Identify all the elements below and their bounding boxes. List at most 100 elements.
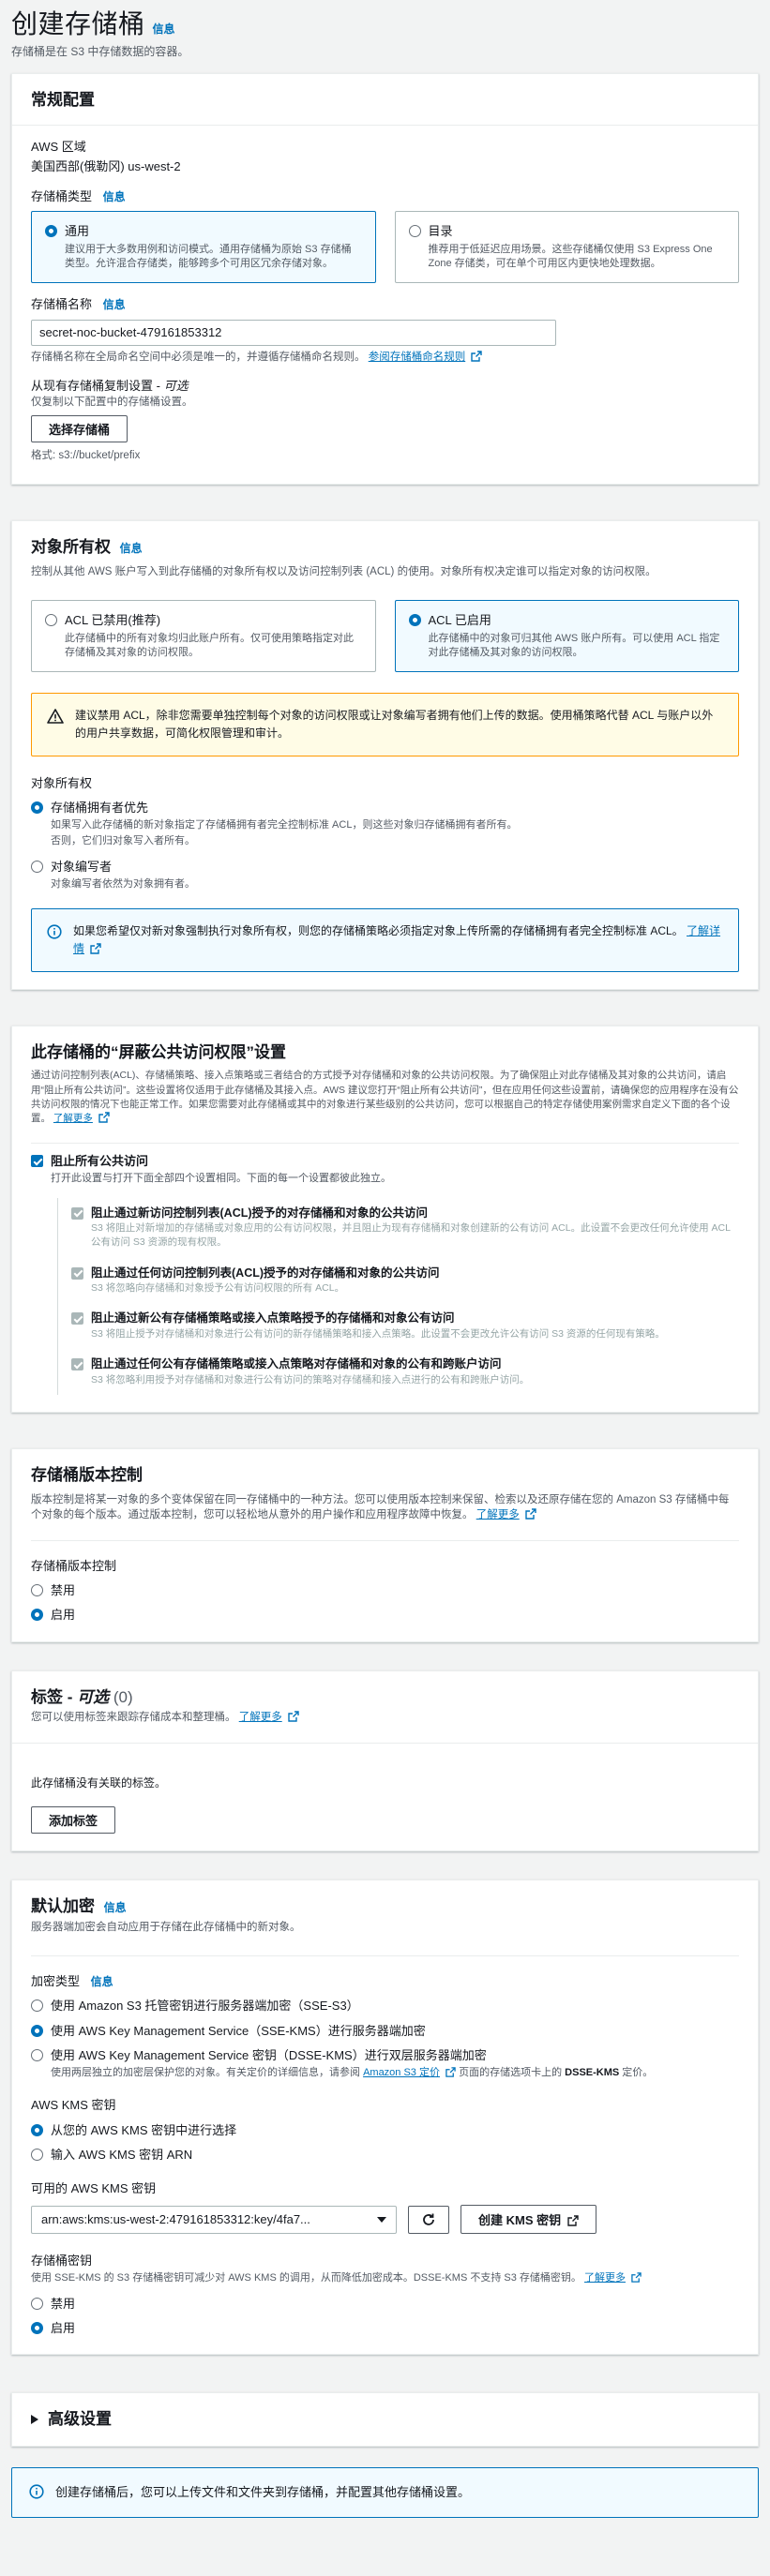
acl-enabled-radio[interactable] <box>408 614 421 627</box>
page-header: 创建存储桶 信息 存储桶是在 S3 中存储数据的容器。 <box>11 0 759 60</box>
bucket-type-general-tile[interactable]: 通用 建议用于大多数用例和访问模式。通用存储桶为原始 S3 存储桶类型。允许混合… <box>31 211 376 284</box>
copy-settings-optional: 可选 <box>163 378 189 393</box>
ownership-option-bucket-owner[interactable]: 存储桶拥有者优先 如果写入此存储桶的新对象指定了存储桶拥有者完全控制标准 ACL… <box>31 800 739 849</box>
external-link-icon <box>471 350 483 362</box>
acl-tiles: ACL 已禁用(推荐) 此存储桶中的所有对象均归此账户所有。仅可使用策略指定对此… <box>31 600 739 673</box>
versioning-learn-more[interactable]: 了解更多 <box>476 1509 520 1520</box>
encryption-dsse-kms-option[interactable]: 使用 AWS Key Management Service 密钥（DSSE-KM… <box>31 2047 739 2081</box>
encryption-type-info-link[interactable]: 信息 <box>91 1975 113 1988</box>
bucket-key-learn-more[interactable]: 了解更多 <box>584 2272 626 2284</box>
external-link-icon <box>445 2067 456 2077</box>
kms-choose-radio[interactable] <box>31 2123 43 2136</box>
s3-pricing-link[interactable]: Amazon S3 定价 <box>363 2067 440 2078</box>
choose-bucket-button[interactable]: 选择存储桶 <box>31 414 128 442</box>
object-writer-title: 对象编写者 <box>51 859 113 874</box>
bucket-type-general-radio[interactable] <box>45 225 57 238</box>
bucket-key-label: 存储桶密钥 <box>31 2254 93 2269</box>
create-bucket-page: 创建存储桶 信息 存储桶是在 S3 中存储数据的容器。 常规配置 AWS 区域 … <box>0 0 770 2519</box>
external-link-icon <box>90 943 102 954</box>
object-writer-radio[interactable] <box>31 860 43 873</box>
versioning-enable-option[interactable]: 启用 <box>31 1607 739 1624</box>
block-all-title: 阻止所有公共访问 <box>51 1154 149 1169</box>
page-info-link[interactable]: 信息 <box>153 22 175 37</box>
object-ownership-info-link[interactable]: 信息 <box>120 542 143 555</box>
region-value: 美国西部(俄勒冈) us-west-2 <box>31 158 181 173</box>
bucket-type-directory-desc: 推荐用于低延迟应用场景。这些存储桶仅使用 S3 Express One Zone… <box>428 243 713 269</box>
bucket-key-enable-radio[interactable] <box>31 2321 43 2334</box>
acl-disabled-radio[interactable] <box>45 614 57 627</box>
warning-icon <box>47 709 64 725</box>
object-ownership-desc: 控制从其他 AWS 账户写入到此存储桶的对象所有权以及访问控制列表 (ACL) … <box>31 565 657 577</box>
bucket-type-info-link[interactable]: 信息 <box>103 190 126 203</box>
region-label: AWS 区域 <box>31 139 86 154</box>
acl-enabled-desc: 此存储桶中的对象可归其他 AWS 账户所有。可以使用 ACL 指定对此存储桶及其… <box>428 632 720 659</box>
bucket-key-disable-radio[interactable] <box>31 2297 43 2310</box>
encryption-dsse-kms-desc: 使用两层独立的加密层保护您的对象。有关定价的详细信息，请参阅 Amazon S3… <box>51 2067 654 2079</box>
bucket-owner-preferred-desc-2: 否则，它们归对象写入者所有。 <box>51 835 195 847</box>
kms-arn-option[interactable]: 输入 AWS KMS 密钥 ARN <box>31 2147 739 2164</box>
block-public-access-learn-more[interactable]: 了解更多 <box>53 1113 93 1124</box>
caret-down-icon <box>377 2216 386 2223</box>
kms-key-label: AWS KMS 密钥 <box>31 2098 116 2113</box>
tags-learn-more[interactable]: 了解更多 <box>239 1712 282 1723</box>
block-all-checkbox[interactable] <box>31 1155 43 1168</box>
encryption-sse-s3-option[interactable]: 使用 Amazon S3 托管密钥进行服务器端加密（SSE-S3） <box>31 1998 739 2014</box>
bucket-naming-rules-link[interactable]: 参阅存储桶命名规则 <box>369 352 466 363</box>
encryption-sse-kms-radio[interactable] <box>31 2024 43 2037</box>
encryption-title: 默认加密 <box>31 1896 95 1915</box>
acl-enabled-title: ACL 已启用 <box>428 613 491 628</box>
bucket-name-input[interactable] <box>31 319 556 346</box>
kms-arn-radio[interactable] <box>31 2148 43 2161</box>
bucket-name-help: 存储桶名称在全局命名空间中必须是唯一的，并遵循存储桶命名规则。 参阅存储桶命名规… <box>31 350 739 365</box>
create-kms-key-button[interactable]: 创建 KMS 密钥 <box>460 2205 596 2235</box>
versioning-disable-option[interactable]: 禁用 <box>31 1582 739 1599</box>
versioning-title: 存储桶版本控制 <box>31 1465 143 1484</box>
versioning-disable-radio[interactable] <box>31 1584 43 1597</box>
default-encryption-card: 默认加密 信息 服务器端加密会自动应用于存储在此存储桶中的新对象。 加密类型 信… <box>11 1879 759 2356</box>
bucket-type-directory-radio[interactable] <box>408 225 421 238</box>
available-kms-keys-label: 可用的 AWS KMS 密钥 <box>31 2181 157 2195</box>
tags-title: 标签 - 可选 (0) <box>31 1687 133 1706</box>
acl-enabled-tile[interactable]: ACL 已启用 此存储桶中的对象可归其他 AWS 账户所有。可以使用 ACL 指… <box>394 600 739 673</box>
bucket-name-info-link[interactable]: 信息 <box>103 298 126 311</box>
refresh-icon <box>423 2213 434 2225</box>
encryption-info-link[interactable]: 信息 <box>104 1901 127 1914</box>
add-tag-button[interactable]: 添加标签 <box>31 1805 116 1834</box>
bucket-key-disable-option[interactable]: 禁用 <box>31 2296 739 2313</box>
copy-settings-help: 仅复制以下配置中的存储桶设置。 <box>31 396 193 408</box>
block-option-new-policy: 阻止通过新公有存储桶策略或接入点策略授予的存储桶和对象公有访问 S3 将阻止授予… <box>58 1303 739 1349</box>
acl-warning-text: 建议禁用 ACL，除非您需要单独控制每个对象的访问权限或让对象编写者拥有他们上传… <box>75 709 714 740</box>
block-public-access-desc: 通过访问控制列表(ACL)、存储桶策略、接入点策略或三者结合的方式授予对存储桶和… <box>31 1070 739 1124</box>
versioning-enable-radio[interactable] <box>31 1609 43 1622</box>
kms-choose-option[interactable]: 从您的 AWS KMS 密钥中进行选择 <box>31 2122 739 2139</box>
encryption-sse-kms-option[interactable]: 使用 AWS Key Management Service（SSE-KMS）进行… <box>31 2023 739 2040</box>
refresh-button[interactable] <box>408 2205 449 2234</box>
external-link-icon <box>288 1711 299 1723</box>
kms-key-select[interactable]: arn:aws:kms:us-west-2:479161853312:key/4… <box>31 2205 397 2234</box>
general-config-card: 常规配置 AWS 区域 美国西部(俄勒冈) us-west-2 存储桶类型 信息… <box>11 72 759 485</box>
versioning-label: 存储桶版本控制 <box>31 1559 117 1573</box>
ownership-info-text: 如果您希望仅对新对象强制执行对象所有权，则您的存储桶策略必须指定对象上传所需的存… <box>73 924 684 938</box>
block-public-access-title: 此存储桶的“屏蔽公共访问权限”设置 <box>31 1042 286 1061</box>
bucket-key-enable-option[interactable]: 启用 <box>31 2320 739 2337</box>
encryption-desc: 服务器端加密会自动应用于存储在此存储桶中的新对象。 <box>31 1921 301 1933</box>
block-any-policy-checkbox <box>71 1358 83 1371</box>
bucket-owner-preferred-radio[interactable] <box>31 801 43 814</box>
ownership-option-object-writer[interactable]: 对象编写者 对象编写者依然为对象拥有者。 <box>31 859 739 892</box>
block-option-any-policy: 阻止通过任何公有存储桶策略或接入点策略对存储桶和对象的公有和跨账户访问 S3 将… <box>58 1349 739 1395</box>
encryption-dsse-kms-radio[interactable] <box>31 2048 43 2061</box>
bucket-type-directory-tile[interactable]: 目录 推荐用于低延迟应用场景。这些存储桶仅使用 S3 Express One Z… <box>394 211 739 284</box>
object-writer-desc: 对象编写者依然为对象拥有者。 <box>51 877 195 890</box>
advanced-settings-card[interactable]: 高级设置 <box>11 2392 759 2447</box>
block-new-policy-checkbox <box>71 1312 83 1325</box>
tags-card: 标签 - 可选 (0) 您可以使用标签来跟踪存储成本和整理桶。 了解更多 此存储… <box>11 1670 759 1851</box>
info-icon <box>47 924 62 939</box>
acl-disabled-tile[interactable]: ACL 已禁用(推荐) 此存储桶中的所有对象均归此账户所有。仅可使用策略指定对此… <box>31 600 376 673</box>
page-subtitle: 存储桶是在 S3 中存储数据的容器。 <box>11 45 189 59</box>
bucket-owner-preferred-desc: 如果写入此存储桶的新对象指定了存储桶拥有者完全控制标准 ACL，则这些对象归存储… <box>51 818 518 831</box>
block-public-access-card: 此存储桶的“屏蔽公共访问权限”设置 通过访问控制列表(ACL)、存储桶策略、接入… <box>11 1025 759 1413</box>
bucket-owner-preferred-title: 存储桶拥有者优先 <box>51 800 149 815</box>
acl-disabled-title: ACL 已禁用(推荐) <box>65 613 161 628</box>
block-all-row[interactable]: 阻止所有公共访问 打开此设置与打开下面全部四个设置相同。下面的每一个设置都彼此独… <box>31 1153 739 1187</box>
encryption-sse-s3-radio[interactable] <box>31 1999 43 2013</box>
